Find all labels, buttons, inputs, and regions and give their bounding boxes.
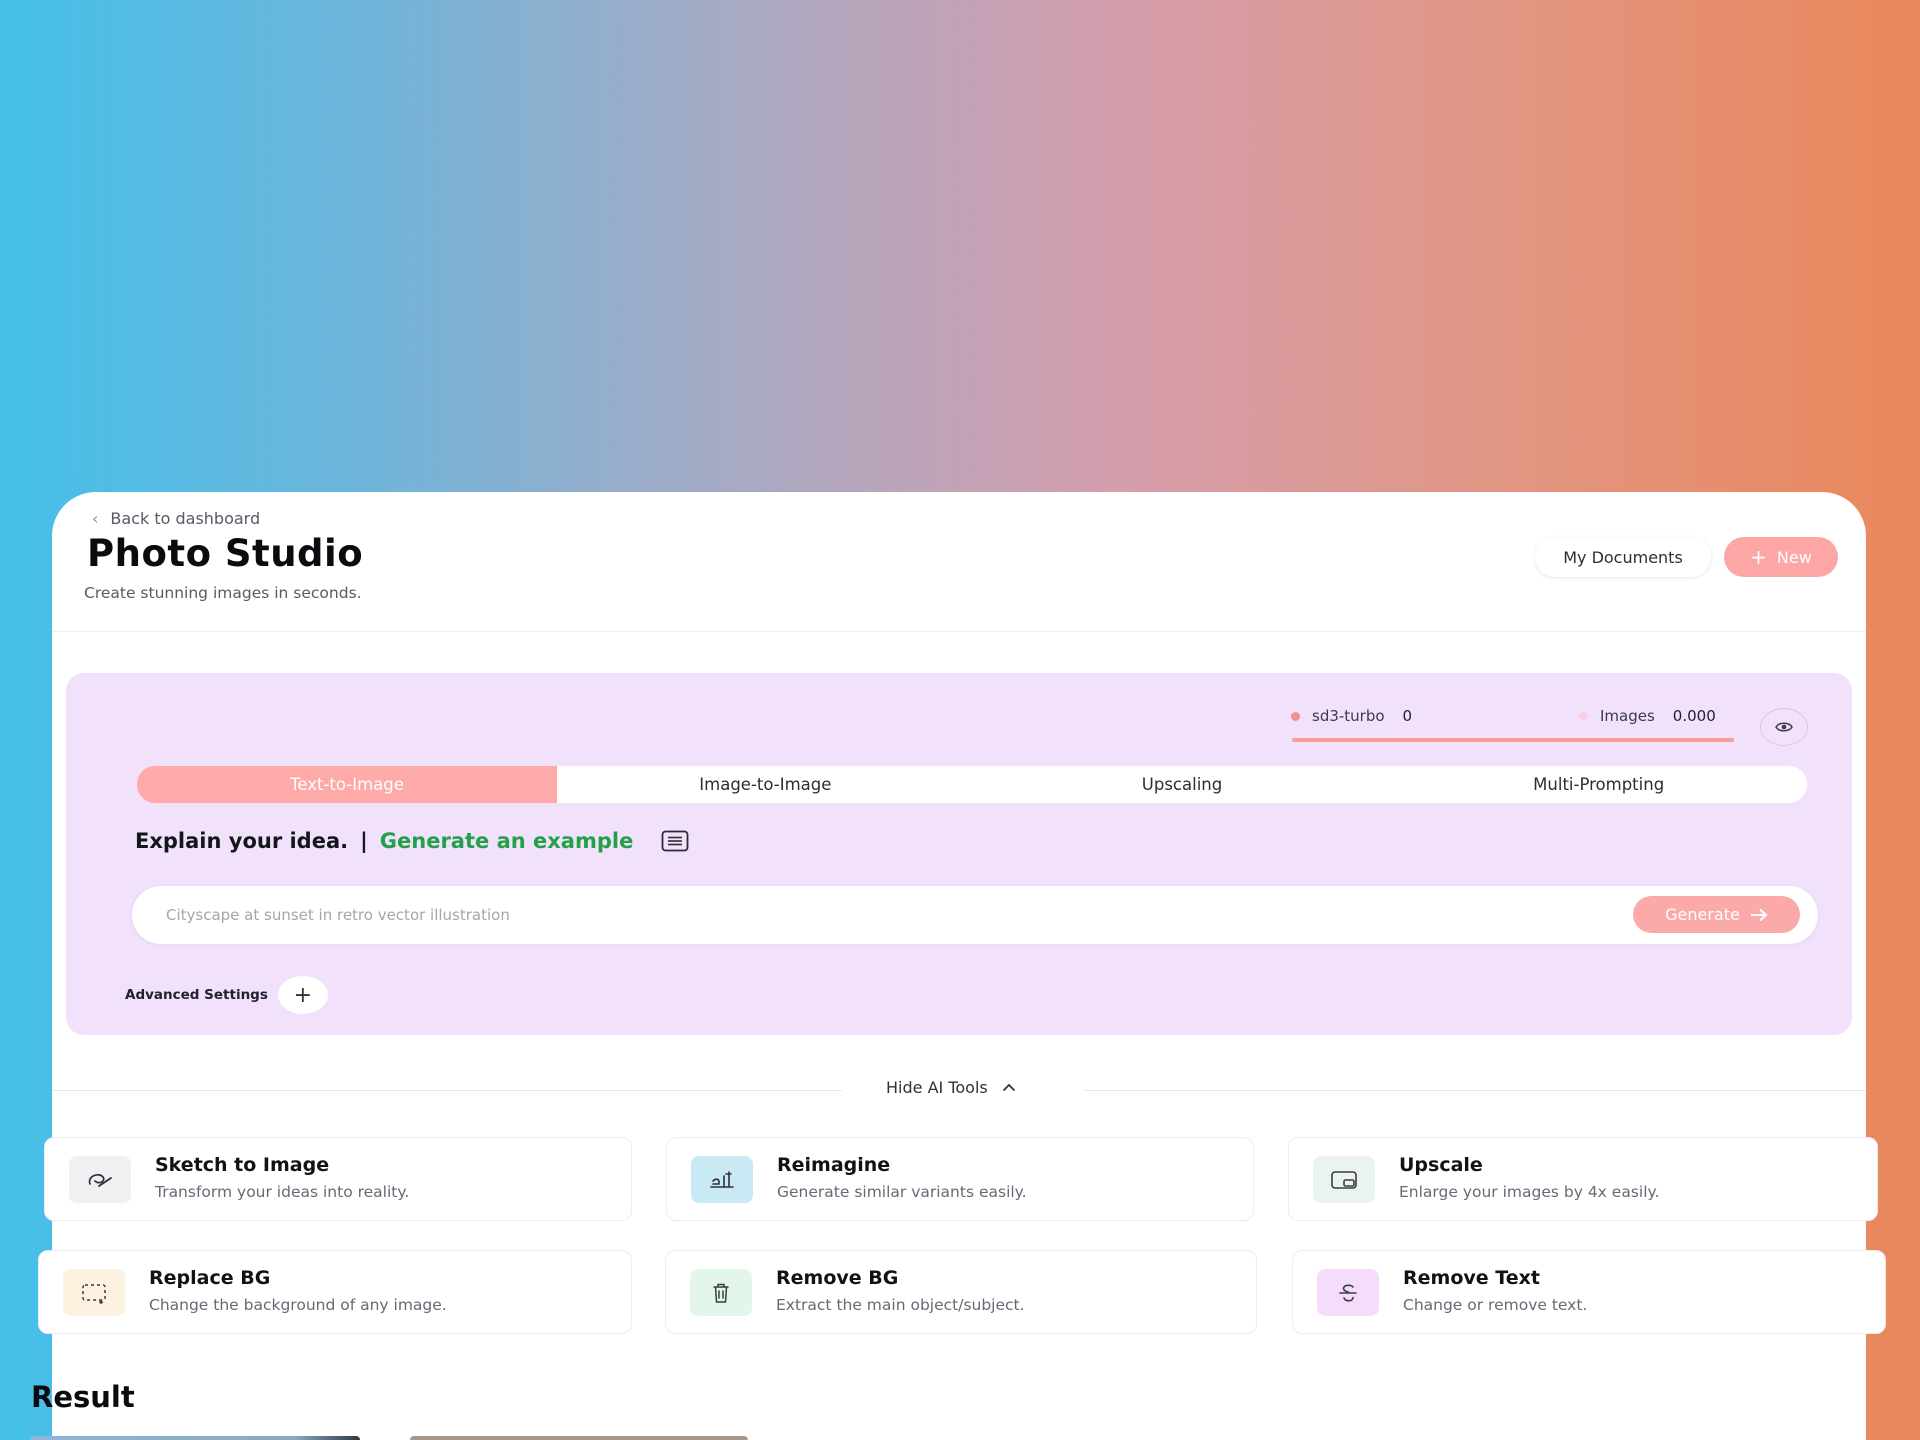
header-divider <box>52 631 1866 632</box>
usage-progress-bar <box>1292 738 1734 742</box>
tab-text-to-image[interactable]: Text-to-Image <box>137 766 557 803</box>
page-subtitle: Create stunning images in seconds. <box>84 584 362 602</box>
images-stat: Images 0.000 <box>1579 707 1716 725</box>
mode-tabs: Text-to-Image Image-to-Image Upscaling M… <box>137 766 1807 803</box>
heading-separator: | <box>360 829 368 853</box>
new-button[interactable]: + New <box>1724 537 1838 577</box>
explain-idea-label: Explain your idea. <box>135 829 349 853</box>
plus-icon: + <box>1750 545 1767 569</box>
generate-button-label: Generate <box>1665 905 1740 924</box>
hide-ai-tools-toggle[interactable]: Hide AI Tools <box>886 1078 1016 1097</box>
usage-progress-fill <box>1292 738 1734 742</box>
prompt-box: Generate <box>132 886 1818 944</box>
tool-desc: Enlarge your images by 4x easily. <box>1399 1183 1660 1201</box>
plus-icon: + <box>293 982 313 1008</box>
toggle-visibility-button[interactable] <box>1760 708 1808 746</box>
chevron-up-icon <box>1002 1083 1015 1092</box>
trash-icon <box>690 1269 752 1316</box>
photo-studio-card: ‹ Back to dashboard Photo Studio Create … <box>38 492 1886 1440</box>
chevron-left-icon: ‹ <box>92 509 99 528</box>
model-dot-icon <box>1291 711 1300 721</box>
tab-upscaling[interactable]: Upscaling <box>974 766 1391 803</box>
tab-image-to-image[interactable]: Image-to-Image <box>557 766 974 803</box>
tool-name: Upscale <box>1399 1154 1483 1176</box>
page-title: Photo Studio <box>87 532 364 575</box>
strikethrough-icon <box>1317 1269 1379 1316</box>
my-documents-button[interactable]: My Documents <box>1535 537 1711 577</box>
tool-card-reimagine[interactable]: Reimagine Generate similar variants easi… <box>666 1137 1254 1221</box>
images-label: Images <box>1600 707 1655 725</box>
hide-ai-tools-label: Hide AI Tools <box>886 1078 988 1097</box>
model-value: 0 <box>1402 707 1413 725</box>
tool-desc: Change the background of any image. <box>149 1296 447 1314</box>
images-value: 0.000 <box>1672 707 1716 725</box>
new-button-label: New <box>1776 547 1812 567</box>
back-label: Back to dashboard <box>110 509 261 528</box>
result-heading: Result <box>31 1380 135 1414</box>
advanced-settings-toggle[interactable]: + <box>277 976 328 1014</box>
tab-multi-prompting[interactable]: Multi-Prompting <box>1390 766 1807 803</box>
tool-desc: Extract the main object/subject. <box>776 1296 1025 1314</box>
images-dot-icon <box>1579 711 1588 721</box>
reimagine-icon <box>691 1156 753 1203</box>
result-image-thumbnail[interactable] <box>30 1436 360 1440</box>
back-to-dashboard-link[interactable]: ‹ Back to dashboard <box>92 509 260 528</box>
divider-right <box>1084 1090 1866 1091</box>
generate-example-link[interactable]: Generate an example <box>380 829 634 853</box>
generation-panel: sd3-turbo 0 Images 0.000 Text-to-Image I… <box>66 673 1852 1035</box>
tool-name: Sketch to Image <box>155 1154 330 1176</box>
upscale-icon <box>1313 1156 1375 1203</box>
prompt-input[interactable] <box>166 886 1566 944</box>
model-name: sd3-turbo <box>1312 707 1385 725</box>
tool-card-sketch-to-image[interactable]: Sketch to Image Transform your ideas int… <box>44 1137 632 1221</box>
tool-desc: Change or remove text. <box>1403 1296 1588 1314</box>
advanced-settings: Advanced Settings + <box>125 976 328 1014</box>
replace-bg-icon <box>63 1269 125 1316</box>
generate-button[interactable]: Generate <box>1633 896 1800 933</box>
tool-desc: Transform your ideas into reality. <box>155 1183 410 1201</box>
result-image-thumbnail[interactable] <box>410 1436 748 1440</box>
tool-card-remove-bg[interactable]: Remove BG Extract the main object/subjec… <box>665 1250 1257 1334</box>
tool-card-replace-bg[interactable]: Replace BG Change the background of any … <box>38 1250 632 1334</box>
divider-left <box>52 1090 842 1091</box>
prompt-heading: Explain your idea. | Generate an example <box>135 829 689 853</box>
tool-desc: Generate similar variants easily. <box>777 1183 1027 1201</box>
sketch-icon <box>69 1156 131 1203</box>
eye-icon <box>1775 722 1793 732</box>
arrow-right-icon <box>1750 908 1768 921</box>
tool-name: Remove Text <box>1403 1267 1540 1289</box>
tool-name: Replace BG <box>149 1267 271 1289</box>
document-list-icon[interactable] <box>661 830 689 852</box>
advanced-settings-label: Advanced Settings <box>125 987 268 1003</box>
tool-name: Remove BG <box>776 1267 899 1289</box>
tool-card-remove-text[interactable]: Remove Text Change or remove text. <box>1292 1250 1886 1334</box>
tool-card-upscale[interactable]: Upscale Enlarge your images by 4x easily… <box>1288 1137 1878 1221</box>
tool-name: Reimagine <box>777 1154 891 1176</box>
model-stat: sd3-turbo 0 <box>1291 707 1412 725</box>
